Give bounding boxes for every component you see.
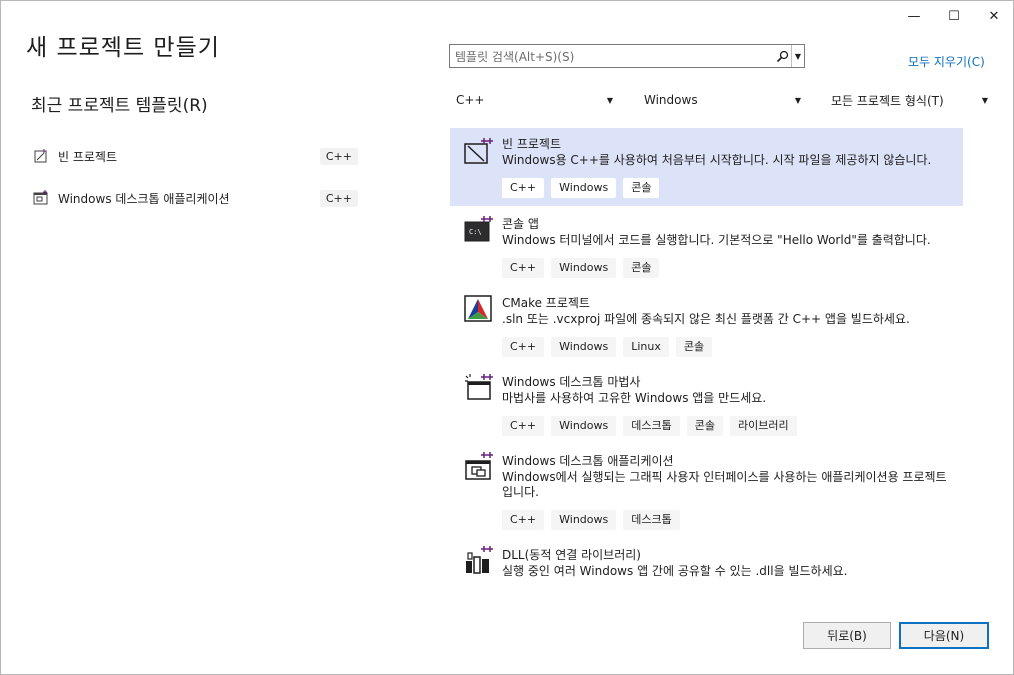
tag: C++ (502, 178, 545, 198)
template-name: CMake 프로젝트 (502, 296, 590, 310)
template-search-box[interactable]: 템플릿 검색(Alt+S)(S) ▼ (449, 44, 805, 68)
maximize-button[interactable]: ☐ (940, 6, 968, 26)
chevron-down-icon: ▼ (981, 95, 988, 105)
tag: Windows (551, 510, 617, 530)
template-description: .sln 또는 .vcxproj 파일에 종속되지 않은 최신 플랫폼 간 C+… (502, 312, 910, 326)
template-name: 콘솔 앱 (502, 217, 539, 231)
recent-item-desktop-app[interactable]: Windows 데스크톱 애플리케이션 C++ (31, 186, 361, 210)
tag: 데스크톱 (623, 510, 680, 530)
tag: C++ (502, 258, 545, 278)
tag: 라이브러리 (729, 416, 797, 436)
tag: 데스크톱 (623, 416, 680, 436)
template-desktop-wizard[interactable]: Windows 데스크톱 마법사 마법사를 사용하여 고유한 Windows 앱… (450, 366, 963, 444)
platform-filter-value: Windows (644, 93, 698, 107)
platform-filter-dropdown[interactable]: Windows ▼ (644, 90, 801, 110)
recent-templates-heading: 최근 프로젝트 템플릿(R) (31, 96, 208, 116)
template-dll[interactable]: DLL(동적 연결 라이브러리) 실행 중인 여러 Windows 앱 간에 공… (450, 539, 963, 587)
empty-project-icon (464, 138, 493, 164)
project-type-filter-dropdown[interactable]: 모든 프로젝트 형식(T) ▼ (831, 90, 988, 110)
template-description: Windows용 C++를 사용하여 처음부터 시작합니다. 시작 파일을 제공… (502, 153, 932, 167)
recent-item-tag: C++ (319, 147, 358, 165)
minimize-button[interactable]: — (900, 6, 928, 26)
template-tags: C++ Windows 데스크톱 콘솔 라이브러리 (502, 416, 797, 436)
tag: 콘솔 (686, 416, 723, 436)
tag: Windows (551, 258, 617, 278)
chevron-down-icon: ▼ (794, 95, 801, 105)
template-cmake-project[interactable]: CMake 프로젝트 .sln 또는 .vcxproj 파일에 종속되지 않은 … (450, 287, 963, 365)
template-desktop-application[interactable]: Windows 데스크톱 애플리케이션 Windows에서 실행되는 그래픽 사… (450, 445, 963, 540)
tag: C++ (502, 337, 545, 357)
svg-text:C:\: C:\ (469, 228, 482, 236)
template-description: 실행 중인 여러 Windows 앱 간에 공유할 수 있는 .dll을 빌드하… (502, 564, 848, 578)
recent-item-empty-project[interactable]: 빈 프로젝트 C++ (31, 144, 361, 168)
recent-item-label: Windows 데스크톱 애플리케이션 (58, 191, 230, 206)
template-tags: C++ Windows Linux 콘솔 (502, 337, 713, 357)
wizard-icon (465, 374, 493, 400)
language-filter-value: C++ (456, 93, 485, 107)
template-description: 마법사를 사용하여 고유한 Windows 앱을 만드세요. (502, 391, 767, 405)
close-button[interactable]: ✕ (980, 6, 1008, 26)
page-title: 새 프로젝트 만들기 (26, 35, 220, 61)
search-icon[interactable] (773, 45, 791, 67)
desktop-app-icon (465, 452, 493, 480)
cmake-icon (464, 295, 492, 322)
project-type-filter-value: 모든 프로젝트 형식(T) (831, 93, 944, 108)
tag: 콘솔 (623, 258, 660, 278)
template-name: Windows 데스크톱 마법사 (502, 375, 641, 389)
template-name: DLL(동적 연결 라이브러리) (502, 548, 641, 562)
chevron-down-icon: ▼ (606, 95, 613, 105)
template-name: 빈 프로젝트 (502, 137, 562, 151)
template-tags: C++ Windows 콘솔 (502, 178, 660, 198)
language-filter-dropdown[interactable]: C++ ▼ (456, 90, 613, 110)
template-empty-project[interactable]: 빈 프로젝트 Windows용 C++를 사용하여 처음부터 시작합니다. 시작… (450, 128, 963, 206)
tag: Windows (551, 178, 617, 198)
template-console-app[interactable]: C:\ 콘솔 앱 Windows 터미널에서 코드를 실행합니다. 기본적으로 … (450, 208, 963, 286)
tag: C++ (502, 510, 545, 530)
template-name: Windows 데스크톱 애플리케이션 (502, 454, 674, 468)
search-input[interactable]: 템플릿 검색(Alt+S)(S) (450, 48, 773, 65)
tag: 콘솔 (623, 178, 660, 198)
recent-item-label: 빈 프로젝트 (58, 149, 118, 164)
search-dropdown-arrow-icon[interactable]: ▼ (791, 45, 804, 67)
clear-all-link[interactable]: 모두 지우기(C) (908, 53, 985, 70)
tag: Linux (623, 337, 669, 357)
desktop-app-icon (33, 190, 48, 205)
template-tags: C++ Windows 데스크톱 (502, 510, 680, 530)
console-app-icon: C:\ (464, 216, 493, 242)
back-button[interactable]: 뒤로(B) (803, 622, 891, 649)
tag: 콘솔 (675, 337, 713, 357)
next-button[interactable]: 다음(N) (899, 622, 989, 649)
empty-project-icon (34, 149, 47, 163)
tag: C++ (502, 416, 545, 436)
template-tags: C++ Windows 콘솔 (502, 258, 660, 278)
tag: Windows (551, 337, 617, 357)
dll-icon (466, 546, 493, 574)
recent-item-tag: C++ (319, 189, 358, 207)
tag: Windows (551, 416, 617, 436)
template-description: Windows 터미널에서 코드를 실행합니다. 기본적으로 "Hello Wo… (502, 233, 931, 247)
template-description: Windows에서 실행되는 그래픽 사용자 인터페이스를 사용하는 애플리케이… (502, 470, 947, 499)
